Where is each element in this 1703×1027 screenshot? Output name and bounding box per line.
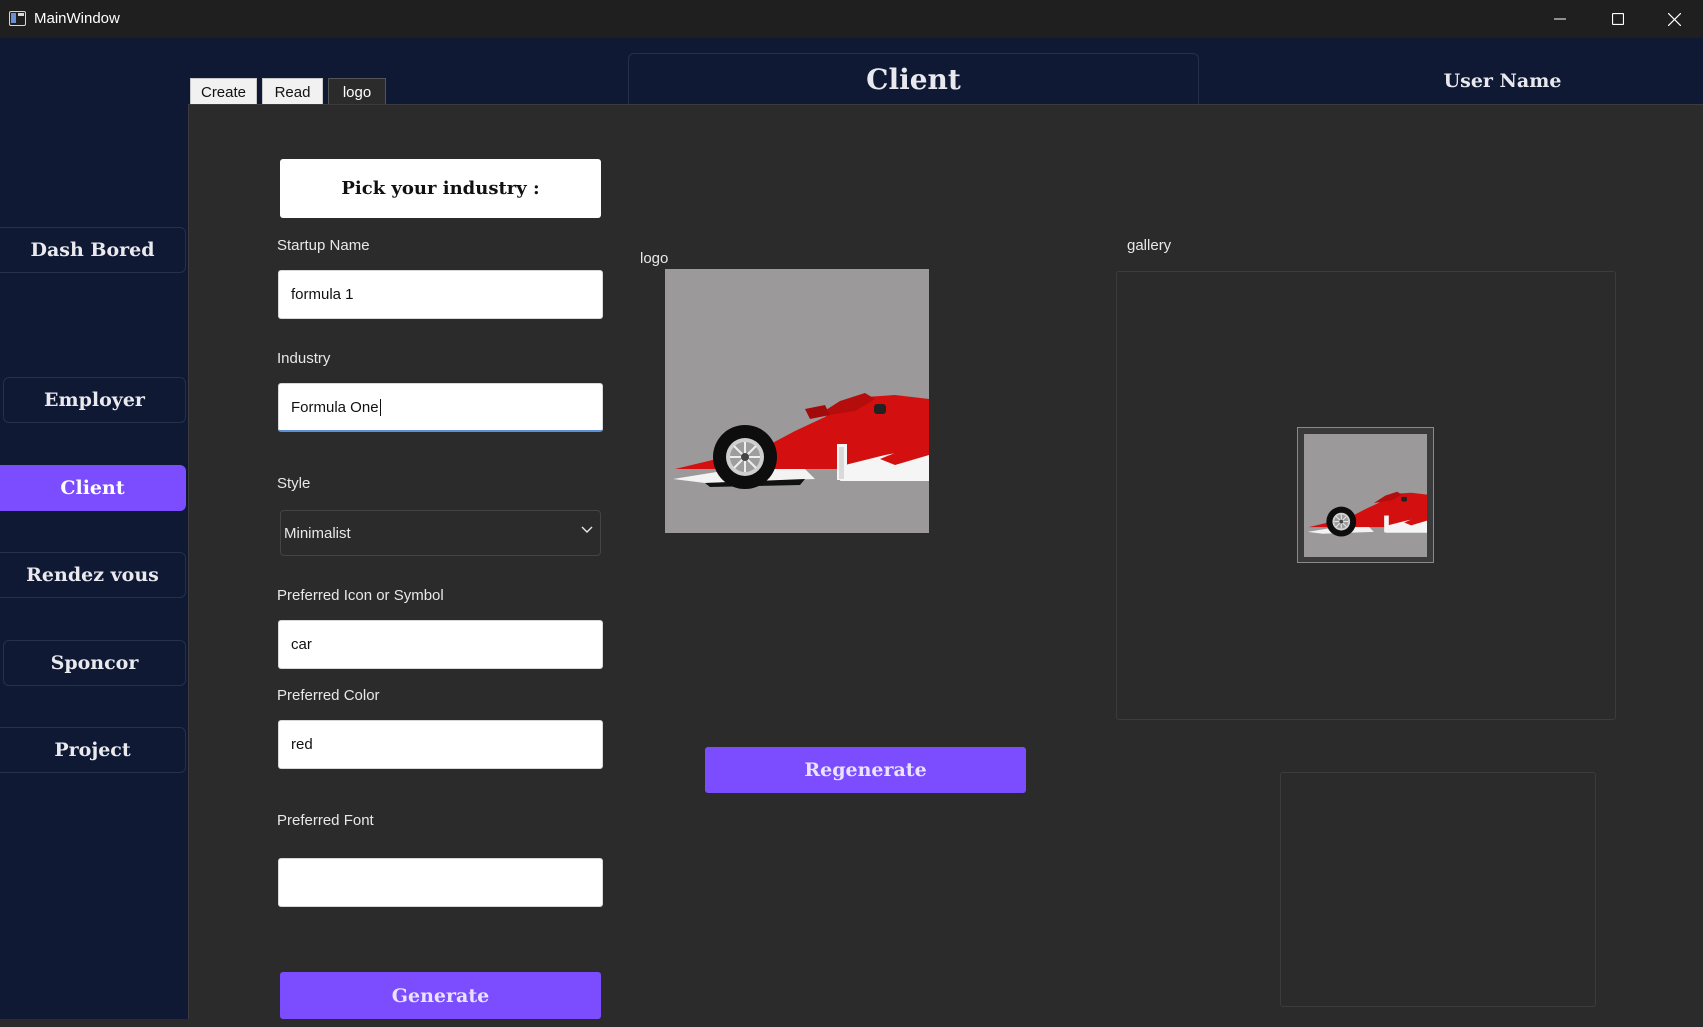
window-title: MainWindow [34,10,120,27]
user-name-label: User Name [1443,70,1562,92]
text-caret [379,398,381,416]
startup-name-label: Startup Name [277,237,370,254]
industry-label: Industry [277,350,331,367]
industry-input[interactable]: Formula One [278,383,603,432]
icon-symbol-label: Preferred Icon or Symbol [277,587,444,604]
icon-symbol-input[interactable]: car [278,620,603,669]
page-title: Client [628,53,1199,105]
sidebar-item-sponcor[interactable]: Sponcor [3,640,186,686]
color-label: Preferred Color [277,687,380,704]
logo-label: logo [640,250,669,267]
app-window-icon [9,11,26,26]
pick-industry-heading: Pick your industry : [280,159,601,218]
preview-panel [1280,772,1596,1007]
style-select[interactable]: Minimalist [280,510,601,556]
sidebar-item-employer[interactable]: Employer [3,377,186,423]
font-input[interactable] [278,858,603,907]
sidebar-item-rendez-vous[interactable]: Rendez vous [0,552,186,598]
race-car-thumbnail [1304,434,1427,557]
title-bar: MainWindow [0,0,1703,38]
startup-name-input[interactable]: formula 1 [278,270,603,319]
gallery-label: gallery [1127,237,1172,254]
chevron-down-icon [581,526,593,533]
font-label: Preferred Font [277,812,374,829]
generated-logo-image [665,269,929,533]
close-icon [1667,12,1681,26]
close-window-button[interactable] [1645,0,1703,38]
color-input[interactable]: red [278,720,603,769]
tab-create[interactable]: Create [190,78,257,105]
generate-button[interactable]: Generate [280,972,601,1019]
style-label: Style [277,475,311,492]
gallery-thumbnail[interactable] [1297,427,1434,563]
tab-logo[interactable]: logo [328,78,386,105]
style-selected-value: Minimalist [284,524,351,542]
startup-name-value: formula 1 [291,286,354,303]
maximize-icon [1612,13,1624,25]
industry-value: Formula One [291,398,379,416]
window-bottom-edge [0,1019,1703,1027]
icon-symbol-value: car [291,636,312,653]
sidebar-item-dashboard[interactable]: Dash Bored [0,227,186,273]
sidebar-item-client[interactable]: Client [0,465,186,511]
maximize-button[interactable] [1589,0,1647,38]
regenerate-button[interactable]: Regenerate [705,747,1026,793]
race-car-logo [665,269,929,533]
minimize-button[interactable] [1531,0,1589,38]
sidebar-item-project[interactable]: Project [0,727,186,773]
gallery-thumbnail-image [1304,434,1427,557]
color-value: red [291,736,313,753]
minimize-icon [1554,18,1566,20]
tab-read[interactable]: Read [262,78,323,105]
